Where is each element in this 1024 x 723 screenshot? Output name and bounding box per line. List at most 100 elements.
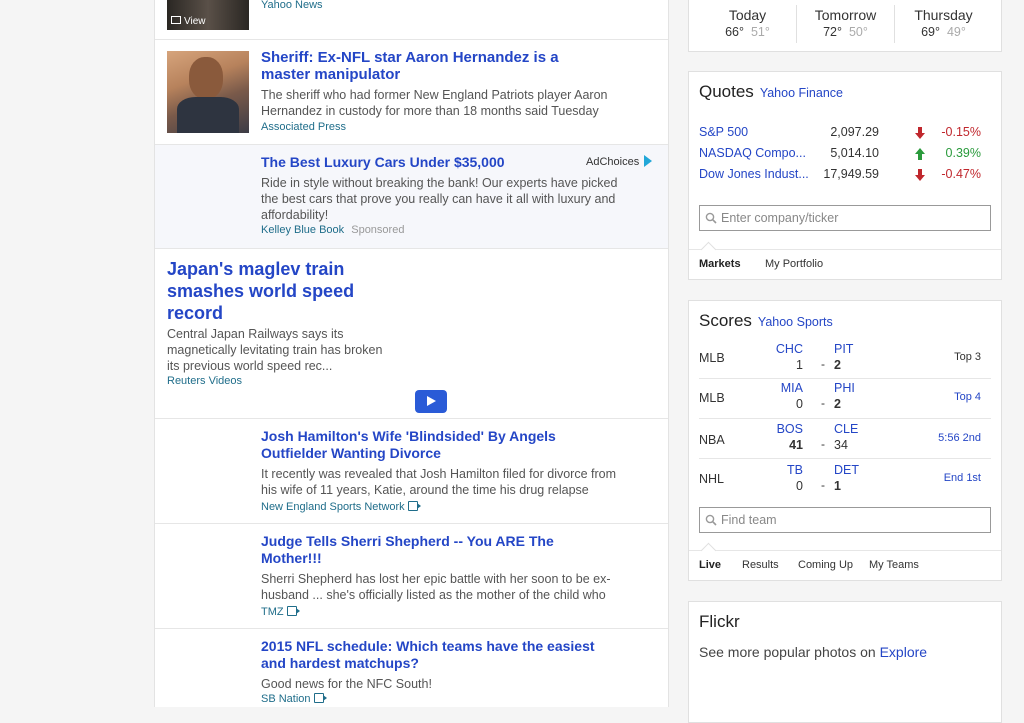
headline-link[interactable]: Sheriff: Ex-NFL star Aaron Hernandez is … (261, 49, 591, 83)
news-thumbnail[interactable]: View (167, 0, 249, 30)
day-label: Thursday (914, 7, 973, 23)
quote-value: 2,097.29 (830, 125, 879, 139)
home-team[interactable]: PIT (834, 342, 853, 356)
yahoo-sports-link[interactable]: Yahoo Sports (758, 315, 833, 329)
news-source[interactable]: Yahoo News (261, 0, 323, 11)
away-team[interactable]: MIA (781, 381, 803, 395)
score-row[interactable]: MLB MIA PHI 0 - 2 Top 4 (699, 378, 991, 419)
explore-link[interactable]: Explore (880, 644, 927, 660)
game-status-link[interactable]: 5:56 2nd (938, 432, 981, 444)
news-summary: Good news for the NFC South! (261, 677, 432, 691)
forecast-day-tomorrow[interactable]: Tomorrow 72° 50° (797, 7, 894, 43)
forecast-day-thursday[interactable]: Thursday 69° 49° (895, 7, 992, 43)
quote-change: -0.47% (941, 167, 981, 181)
score-separator: - (821, 396, 825, 410)
home-team[interactable]: CLE (834, 422, 858, 436)
high-temp: 69° (921, 25, 941, 39)
search-icon (705, 514, 717, 526)
card-title: Scores (699, 311, 752, 330)
quote-name[interactable]: S&P 500 (699, 125, 748, 139)
tab-markets[interactable]: Markets (699, 258, 741, 270)
day-label: Today (728, 7, 767, 23)
game-status-link[interactable]: Top 4 (954, 391, 981, 403)
tab-live[interactable]: Live (699, 559, 721, 571)
home-score: 34 (834, 438, 848, 452)
sponsored-item[interactable]: The Best Luxury Cars Under $35,000 AdCho… (155, 145, 668, 249)
home-score: 2 (834, 397, 841, 411)
quote-change: 0.39% (945, 146, 981, 160)
high-temp: 66° (725, 25, 745, 39)
quotes-header: Quotes Yahoo Finance (699, 82, 843, 102)
home-score: 1 (834, 479, 841, 493)
quote-row[interactable]: NASDAQ Compo... 5,014.10 0.39% (699, 146, 991, 166)
scores-header: Scores Yahoo Sports (699, 311, 833, 331)
search-placeholder: Enter company/ticker (721, 211, 839, 225)
ad-source: Kelley Blue Book Sponsored (261, 224, 404, 236)
away-team[interactable]: BOS (777, 422, 803, 436)
quote-name[interactable]: NASDAQ Compo... (699, 146, 806, 160)
news-source[interactable]: TMZ (261, 605, 300, 618)
headline-link[interactable]: 2015 NFL schedule: Which teams have the … (261, 638, 611, 672)
headline-link[interactable]: Judge Tells Sherri Shepherd -- You ARE T… (261, 533, 611, 567)
ad-headline-link[interactable]: The Best Luxury Cars Under $35,000 (261, 154, 561, 171)
away-team[interactable]: CHC (776, 342, 803, 356)
adchoices-link[interactable]: AdChoices (586, 155, 653, 168)
flickr-card: Flickr See more popular photos on Explor… (688, 601, 1002, 723)
tab-my-teams[interactable]: My Teams (869, 559, 919, 571)
list-item[interactable]: View Yahoo News (155, 0, 668, 40)
video-source[interactable]: Reuters Videos (167, 375, 242, 387)
play-button[interactable] (415, 390, 447, 413)
list-item[interactable]: 2015 NFL schedule: Which teams have the … (155, 629, 668, 707)
home-team[interactable]: DET (834, 463, 859, 477)
quotes-card: Quotes Yahoo Finance S&P 500 2,097.29 -0.… (688, 71, 1002, 280)
tab-coming-up[interactable]: Coming Up (798, 559, 853, 571)
league-label: MLB (699, 351, 725, 365)
ticker-search-input[interactable]: Enter company/ticker (699, 205, 991, 231)
gallery-icon (171, 16, 181, 24)
game-status-link[interactable]: End 1st (944, 472, 981, 484)
sponsored-label: Sponsored (351, 224, 405, 236)
score-row[interactable]: NHL TB DET 0 - 1 End 1st (699, 459, 991, 499)
down-arrow-icon (915, 169, 925, 181)
scores-card: Scores Yahoo Sports MLB CHC PIT 1 - 2 Top… (688, 300, 1002, 581)
list-item[interactable]: Josh Hamilton's Wife 'Blindsided' By Ang… (155, 419, 668, 524)
weather-card: Today 66° 51° Tomorrow 72° 50° Thursday … (688, 0, 1002, 52)
headline-link[interactable]: Josh Hamilton's Wife 'Blindsided' By Ang… (261, 428, 611, 462)
game-status: Top 3 (954, 351, 981, 363)
league-label: NBA (699, 433, 725, 447)
down-arrow-icon (915, 127, 925, 139)
external-link-icon (407, 501, 421, 511)
score-separator: - (821, 357, 825, 371)
video-item[interactable]: Japan's maglev train smashes world speed… (155, 249, 668, 419)
news-summary: Sherri Shepherd has lost her epic battle… (261, 572, 611, 602)
video-headline-link[interactable]: Japan's maglev train smashes world speed… (167, 258, 387, 324)
score-row[interactable]: MLB CHC PIT 1 - 2 Top 3 (699, 338, 991, 379)
home-team[interactable]: PHI (834, 381, 855, 395)
news-source[interactable]: New England Sports Network (261, 500, 421, 513)
tab-results[interactable]: Results (742, 559, 779, 571)
news-source[interactable]: Associated Press (261, 121, 346, 133)
active-tab-caret (700, 542, 717, 559)
quote-name[interactable]: Dow Jones Indust... (699, 167, 809, 181)
view-label[interactable]: View (171, 16, 206, 27)
quote-row[interactable]: S&P 500 2,097.29 -0.15% (699, 125, 991, 145)
list-item[interactable]: Sheriff: Ex-NFL star Aaron Hernandez is … (155, 39, 668, 145)
yahoo-finance-link[interactable]: Yahoo Finance (760, 86, 843, 100)
up-arrow-icon (915, 148, 925, 160)
ad-advertiser[interactable]: Kelley Blue Book (261, 224, 344, 236)
list-item[interactable]: Judge Tells Sherri Shepherd -- You ARE T… (155, 524, 668, 629)
league-label: MLB (699, 391, 725, 405)
news-source[interactable]: SB Nation (261, 692, 327, 705)
low-temp: 49° (946, 25, 966, 39)
team-search-input[interactable]: Find team (699, 507, 991, 533)
search-icon (705, 212, 717, 224)
quote-row[interactable]: Dow Jones Indust... 17,949.59 -0.47% (699, 167, 991, 187)
card-title: Quotes (699, 82, 754, 101)
high-temp: 72° (823, 25, 843, 39)
forecast-day-today[interactable]: Today 66° 51° (699, 7, 796, 43)
ad-summary: Ride in style without breaking the bank!… (261, 176, 618, 222)
away-team[interactable]: TB (787, 463, 803, 477)
tab-my-portfolio[interactable]: My Portfolio (765, 258, 823, 270)
score-row[interactable]: NBA BOS CLE 41 - 34 5:56 2nd (699, 418, 991, 459)
news-thumbnail[interactable] (167, 51, 249, 133)
